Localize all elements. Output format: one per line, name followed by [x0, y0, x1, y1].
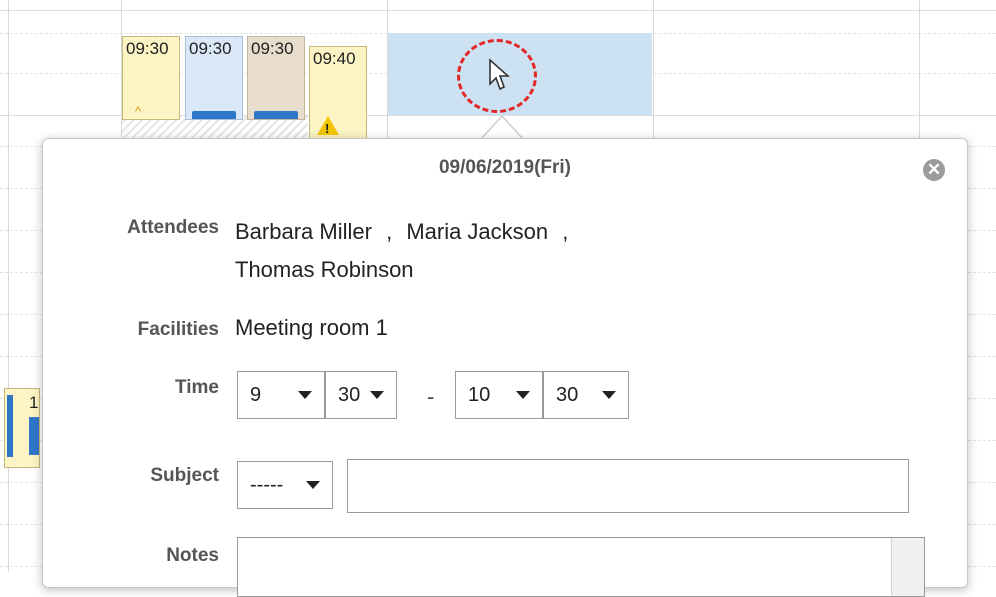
- attendee-separator: ,: [562, 219, 569, 244]
- notes-textarea[interactable]: [237, 537, 925, 597]
- attendee-name[interactable]: Barbara Miller: [235, 219, 372, 244]
- chevron-down-icon: [370, 391, 385, 399]
- subject-menu-value: -----: [250, 473, 284, 496]
- end-hour-value: 10: [468, 383, 491, 406]
- attendee-name[interactable]: Thomas Robinson: [235, 257, 414, 282]
- calendar-event[interactable]: 09:30: [247, 36, 305, 120]
- chevron-down-icon: [602, 391, 616, 399]
- event-time: 09:30: [189, 39, 232, 58]
- notes-scrollbar[interactable]: [891, 538, 924, 596]
- calendar-event[interactable]: 09:40 !: [309, 46, 367, 140]
- grid-line: [0, 10, 996, 11]
- start-minute-select[interactable]: 30: [325, 371, 397, 419]
- attendee-separator: ,: [386, 219, 393, 244]
- caret-up-icon: ^: [135, 104, 142, 119]
- time-label: Time: [174, 377, 219, 398]
- subject-label: Subject: [150, 465, 219, 486]
- event-time: 09:30: [126, 39, 169, 58]
- grid-line: [8, 0, 9, 572]
- start-hour-value: 9: [250, 383, 262, 406]
- quick-add-popup: 09/06/2019(Fri) ✕ Attendees Barbara Mill…: [42, 138, 968, 597]
- popup-pointer-fill: [481, 117, 523, 140]
- event-marker: [192, 111, 236, 119]
- chevron-down-icon: [516, 391, 530, 399]
- calendar-event[interactable]: 09:30: [185, 36, 243, 120]
- event-marker: [7, 395, 13, 457]
- close-icon[interactable]: ✕: [923, 159, 945, 181]
- popup-date: 09/06/2019(Fri): [438, 157, 572, 178]
- chevron-down-icon: [298, 391, 312, 399]
- start-hour-select[interactable]: 9: [237, 371, 325, 419]
- calendar-event[interactable]: 09:30 ^: [122, 36, 180, 120]
- mouse-pointer-icon: [489, 58, 511, 91]
- attendees-label: Attendees: [127, 217, 219, 238]
- event-marker: [29, 417, 39, 455]
- subject-input[interactable]: [347, 459, 909, 513]
- warning-triangle-icon: !: [317, 116, 339, 136]
- start-minute-value: 30: [338, 383, 361, 406]
- event-time: 09:30: [251, 39, 294, 58]
- end-minute-select[interactable]: 30: [543, 371, 629, 419]
- facilities-label: Facilities: [137, 319, 219, 340]
- attendee-name[interactable]: Maria Jackson: [406, 219, 548, 244]
- time-separator: -: [427, 384, 435, 409]
- notes-label: Notes: [166, 545, 219, 566]
- event-time: 09:40: [313, 49, 356, 68]
- event-marker: [254, 111, 298, 119]
- event-time: 1: [29, 393, 39, 412]
- attendees-list: Barbara Miller , Maria Jackson , Thomas …: [235, 213, 715, 289]
- calendar-event-partial[interactable]: 1: [4, 388, 40, 468]
- end-hour-select[interactable]: 10: [455, 371, 543, 419]
- end-minute-value: 30: [556, 383, 579, 406]
- chevron-down-icon: [306, 481, 320, 489]
- subject-menu-select[interactable]: -----: [237, 461, 333, 509]
- facility-name: Meeting room 1: [235, 315, 388, 340]
